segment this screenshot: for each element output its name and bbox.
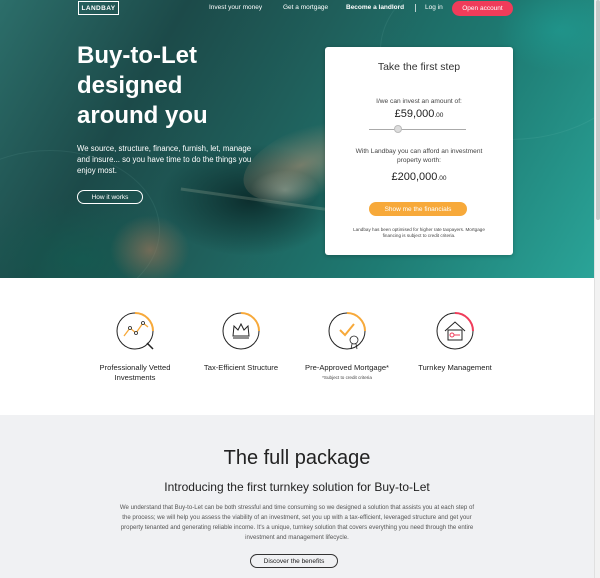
property-question: With Landbay you can afford an investmen…	[355, 148, 483, 164]
calculator-card: Take the first step I/we can invest an a…	[325, 47, 513, 255]
crown-icon	[221, 311, 261, 351]
invest-amount-decimals: .00	[434, 112, 444, 119]
landbay-logo[interactable]: LANDBAY	[78, 1, 119, 15]
feature-mortgage: Pre-Approved Mortgage* *Subject to credi…	[292, 311, 402, 380]
package-title: The full package	[223, 447, 371, 469]
nav-landlord-link[interactable]: Become a landlord	[346, 4, 404, 11]
nav-login-link[interactable]: Log in	[425, 4, 443, 11]
card-title: Take the first step	[377, 61, 461, 73]
nav-invest-link[interactable]: Invest your money	[209, 4, 262, 11]
vetted-chart-icon	[115, 311, 155, 351]
house-key-icon	[435, 311, 475, 351]
nav-mortgage-link[interactable]: Get a mortgage	[283, 4, 328, 11]
page-scrollbar[interactable]	[594, 0, 600, 578]
invest-amount: £59,000.00	[325, 108, 513, 120]
features-section: Professionally Vetted Investments Tax-Ef…	[0, 278, 594, 415]
open-account-button[interactable]: Open account	[452, 1, 513, 16]
invest-slider-track[interactable]	[369, 129, 466, 130]
top-nav: LANDBAY Invest your money Get a mortgage…	[0, 0, 594, 18]
hero-title: Buy-to-Let designed around you	[77, 41, 317, 131]
feature-tax: Tax-Efficient Structure	[186, 311, 296, 373]
bubbles-image	[250, 170, 320, 210]
property-amount: £200,000.00	[325, 171, 513, 183]
show-financials-button[interactable]: Show me the financials	[369, 202, 467, 216]
hero-subtitle: We source, structure, finance, furnish, …	[77, 144, 252, 175]
full-package-section: The full package Introducing the first t…	[0, 415, 594, 578]
hero-title-line: Buy-to-Let	[77, 42, 197, 69]
hero-title-line: around you	[77, 102, 208, 129]
property-amount-decimals: .00	[437, 175, 447, 182]
package-body: We understand that Buy-to-Let can be bot…	[119, 504, 475, 541]
how-it-works-button[interactable]: How it works	[77, 190, 143, 204]
certificate-check-icon	[327, 311, 367, 351]
feature-label: Tax-Efficient Structure	[203, 363, 279, 372]
hero-section: LANDBAY Invest your money Get a mortgage…	[0, 0, 594, 278]
feature-label: Professionally Vetted Investments	[99, 363, 171, 382]
hero-title-line: designed	[77, 72, 183, 99]
feature-note: *Subject to credit criteria	[322, 374, 372, 380]
feature-label: Pre-Approved Mortgage*	[305, 363, 389, 372]
invest-slider-handle[interactable]	[394, 125, 403, 133]
package-subtitle: Introducing the first turnkey solution f…	[164, 480, 430, 494]
nav-separator	[415, 4, 416, 12]
child-swimmer-image	[110, 215, 190, 278]
scrollbar-thumb[interactable]	[596, 0, 600, 220]
invest-question: I/we can invest an amount of:	[376, 98, 462, 105]
feature-turnkey: Turnkey Management	[400, 311, 510, 373]
discover-benefits-button[interactable]: Discover the benefits	[250, 554, 338, 568]
invest-amount-value: £59,000	[394, 108, 435, 120]
feature-vetted: Professionally Vetted Investments	[80, 311, 190, 382]
card-note: Landbay has been optimised for higher ra…	[353, 227, 485, 238]
feature-label: Turnkey Management	[418, 363, 492, 372]
property-amount-value: £200,000	[391, 171, 438, 183]
